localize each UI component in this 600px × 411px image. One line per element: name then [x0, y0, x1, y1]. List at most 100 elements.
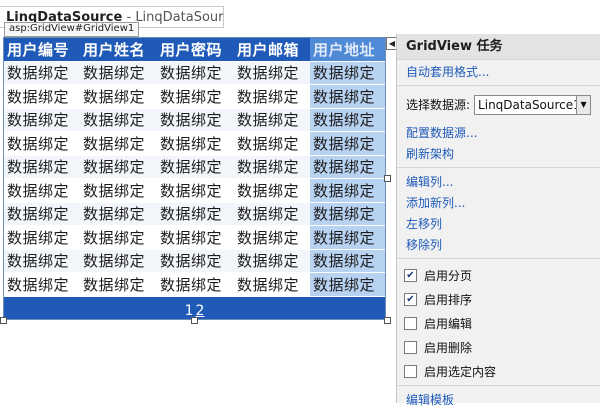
checkbox-checked-icon[interactable]: ✔ [404, 292, 417, 306]
table-cell: 数据绑定 [80, 107, 157, 132]
option-label: 启用编辑 [424, 316, 473, 331]
datasource-select-value: LinqDataSource1 [478, 97, 577, 112]
table-cell: 数据绑定 [310, 84, 385, 108]
table-row: 数据绑定 数据绑定 数据绑定 数据绑定 数据绑定 [4, 225, 385, 249]
datasource-id: LinqDataSource1 [135, 10, 224, 25]
choose-datasource-label: 选择数据源: [406, 98, 471, 112]
table-cell: 数据绑定 [234, 107, 310, 132]
option-label: 启用选定内容 [424, 364, 497, 379]
checkbox-checked-icon[interactable]: ✔ [404, 268, 417, 282]
refresh-schema-link[interactable]: 刷新架构 [397, 144, 600, 165]
table-cell: 数据绑定 [310, 248, 385, 273]
edit-templates-link[interactable]: 编辑模板 [397, 390, 600, 411]
column-header-user-email[interactable]: 用户邮箱 [234, 38, 310, 61]
table-cell: 数据绑定 [157, 131, 234, 155]
gridview-designer[interactable]: 用户编号 用户姓名 用户密码 用户邮箱 用户地址 数据绑定 数据绑定 数据绑定 数据绑… [3, 37, 386, 320]
move-column-left-link[interactable]: 左移列 [397, 214, 600, 235]
table-cell: 数据绑定 [234, 154, 310, 179]
divider [397, 258, 600, 259]
resize-handle-bottom-right[interactable] [384, 317, 391, 324]
option-row[interactable]: ✔ 启用排序 [397, 287, 600, 311]
table-cell: 数据绑定 [234, 201, 310, 226]
table-row: 数据绑定 数据绑定 数据绑定 数据绑定 数据绑定 [4, 84, 385, 108]
column-header-user-address[interactable]: 用户地址 [310, 38, 385, 61]
datasource-select[interactable]: LinqDataSource1 ▼ [474, 94, 592, 115]
table-cell: 数据绑定 [4, 225, 80, 249]
option-row[interactable]: 启用删除 [397, 335, 600, 359]
table-cell: 数据绑定 [310, 60, 385, 85]
table-cell: 数据绑定 [80, 60, 157, 85]
table-cell: 数据绑定 [234, 248, 310, 273]
table-cell: 数据绑定 [80, 84, 157, 108]
table-cell: 数据绑定 [4, 154, 80, 179]
table-row: 数据绑定 数据绑定 数据绑定 数据绑定 数据绑定 [4, 60, 385, 85]
table-cell: 数据绑定 [234, 225, 310, 249]
checkbox-unchecked-icon[interactable] [404, 340, 417, 354]
table-cell: 数据绑定 [157, 178, 234, 202]
table-row: 数据绑定 数据绑定 数据绑定 数据绑定 数据绑定 [4, 272, 385, 296]
table-cell: 数据绑定 [157, 201, 234, 226]
table-cell: 数据绑定 [310, 154, 385, 179]
resize-handle-bottom[interactable] [191, 317, 198, 324]
resize-handle-bottom-left[interactable] [0, 317, 7, 324]
divider [397, 85, 600, 86]
table-cell: 数据绑定 [310, 201, 385, 226]
table-cell: 数据绑定 [234, 60, 310, 85]
column-header-user-password[interactable]: 用户密码 [157, 38, 234, 61]
table-cell: 数据绑定 [157, 107, 234, 132]
column-header-user-name[interactable]: 用户姓名 [80, 38, 157, 61]
table-cell: 数据绑定 [4, 84, 80, 108]
header-row: 用户编号 用户姓名 用户密码 用户邮箱 用户地址 [4, 38, 385, 61]
option-label: 启用删除 [424, 340, 473, 355]
table-cell: 数据绑定 [4, 107, 80, 132]
table-cell: 数据绑定 [80, 131, 157, 155]
table-row: 数据绑定 数据绑定 数据绑定 数据绑定 数据绑定 [4, 248, 385, 273]
divider [397, 167, 600, 168]
checkbox-unchecked-icon[interactable] [404, 364, 417, 378]
option-row[interactable]: ✔ 启用分页 [397, 263, 600, 287]
table-cell: 数据绑定 [80, 272, 157, 296]
table-cell: 数据绑定 [80, 248, 157, 273]
option-checkboxes: ✔ 启用分页 ✔ 启用排序 启用编辑 启用删除 启用选定内容 [397, 263, 600, 383]
table-cell: 数据绑定 [80, 154, 157, 179]
table-row: 数据绑定 数据绑定 数据绑定 数据绑定 数据绑定 [4, 107, 385, 132]
remove-column-link[interactable]: 移除列 [397, 235, 600, 256]
dropdown-arrow-icon[interactable]: ▼ [576, 95, 591, 114]
table-cell: 数据绑定 [157, 154, 234, 179]
table-cell: 数据绑定 [157, 60, 234, 85]
gridview-table: 用户编号 用户姓名 用户密码 用户邮箱 用户地址 数据绑定 数据绑定 数据绑定 数据绑… [4, 38, 385, 296]
table-cell: 数据绑定 [80, 178, 157, 202]
table-cell: 数据绑定 [234, 131, 310, 155]
table-cell: 数据绑定 [4, 60, 80, 85]
checkbox-unchecked-icon[interactable] [404, 316, 417, 330]
table-cell: 数据绑定 [234, 84, 310, 108]
table-cell: 数据绑定 [310, 225, 385, 249]
table-cell: 数据绑定 [310, 178, 385, 202]
table-cell: 数据绑定 [157, 84, 234, 108]
table-cell: 数据绑定 [80, 201, 157, 226]
table-cell: 数据绑定 [234, 178, 310, 202]
table-cell: 数据绑定 [80, 225, 157, 249]
divider [397, 385, 600, 386]
configure-datasource-link[interactable]: 配置数据源... [397, 123, 600, 144]
grid-body: 数据绑定 数据绑定 数据绑定 数据绑定 数据绑定 数据绑定 数据绑定 数据绑定 数据绑定 数据绑定… [4, 60, 385, 296]
resize-handle-right[interactable] [384, 175, 391, 182]
choose-datasource-row: 选择数据源: LinqDataSource1 ▼ [397, 90, 600, 119]
table-cell: 数据绑定 [157, 272, 234, 296]
table-cell: 数据绑定 [310, 272, 385, 296]
column-header-user-id[interactable]: 用户编号 [4, 38, 80, 61]
table-cell: 数据绑定 [4, 248, 80, 273]
add-column-link[interactable]: 添加新列... [397, 193, 600, 214]
table-cell: 数据绑定 [157, 248, 234, 273]
option-row[interactable]: 启用编辑 [397, 311, 600, 335]
option-row[interactable]: 启用选定内容 [397, 359, 600, 383]
edit-columns-link[interactable]: 编辑列... [397, 172, 600, 193]
table-cell: 数据绑定 [4, 178, 80, 202]
table-cell: 数据绑定 [310, 107, 385, 132]
table-cell: 数据绑定 [4, 201, 80, 226]
option-label: 启用排序 [424, 292, 473, 307]
table-cell: 数据绑定 [310, 131, 385, 155]
gridview-control-tag[interactable]: asp:GridView#GridView1 [4, 22, 140, 37]
auto-format-link[interactable]: 自动套用格式... [397, 62, 600, 83]
table-row: 数据绑定 数据绑定 数据绑定 数据绑定 数据绑定 [4, 131, 385, 155]
